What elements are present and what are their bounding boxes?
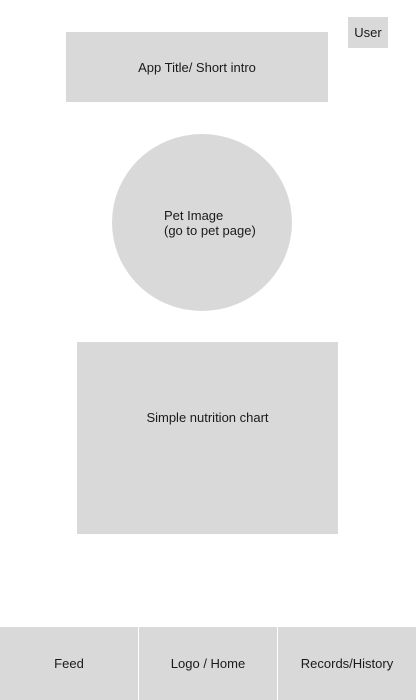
user-button-label: User: [354, 25, 382, 40]
nav-item-feed-label: Feed: [54, 656, 84, 671]
bottom-nav: Feed Logo / Home Records/History: [0, 627, 416, 700]
nav-item-records-label: Records/History: [300, 656, 394, 671]
nutrition-chart-placeholder: Simple nutrition chart: [77, 342, 338, 534]
pet-image-button[interactable]: Pet Image (go to pet page): [112, 134, 292, 311]
nav-item-feed[interactable]: Feed: [0, 627, 138, 700]
app-title-text: App Title/ Short intro: [138, 59, 256, 75]
pet-image-label: Pet Image (go to pet page): [164, 208, 256, 238]
app-title-box: App Title/ Short intro: [66, 32, 328, 102]
nav-item-home-label: Logo / Home: [170, 656, 246, 671]
pet-image-label-line1: Pet Image: [164, 208, 224, 223]
pet-image-label-line2: (go to pet page): [164, 223, 256, 238]
nav-item-records[interactable]: Records/History: [278, 627, 416, 700]
nav-item-home[interactable]: Logo / Home: [139, 627, 277, 700]
user-button[interactable]: User: [348, 17, 388, 48]
nutrition-chart-label: Simple nutrition chart: [146, 410, 269, 425]
